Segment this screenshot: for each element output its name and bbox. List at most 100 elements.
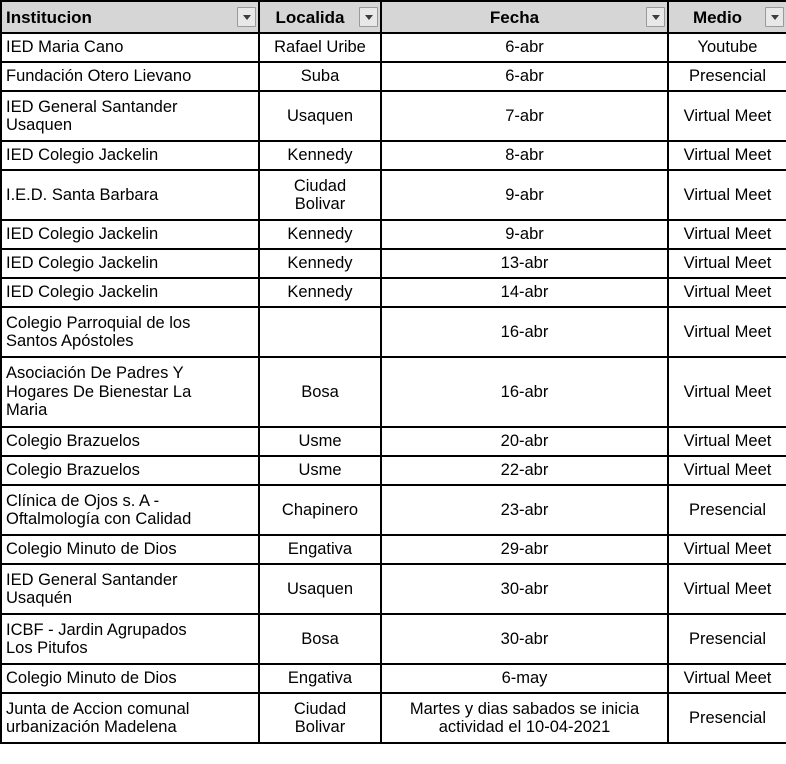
cell-fecha[interactable]: 14-abr	[380, 277, 669, 308]
cell-medio[interactable]: Virtual Meet	[667, 663, 786, 694]
cell-medio[interactable]: Presencial	[667, 484, 786, 536]
cell-fecha[interactable]: Martes y dias sabados se inicia activida…	[380, 692, 669, 744]
cell-institucion[interactable]: Junta de Accion comunal urbanización Mad…	[0, 692, 260, 744]
cell-medio[interactable]: Youtube	[667, 32, 786, 63]
cell-institucion[interactable]: Asociación De Padres Y Hogares De Bienes…	[0, 356, 260, 428]
cell-fecha[interactable]: 7-abr	[380, 90, 669, 142]
cell-localidad[interactable]: Engativa	[258, 534, 382, 565]
cell-medio[interactable]: Virtual Meet	[667, 169, 786, 221]
cell-fecha[interactable]: 20-abr	[380, 426, 669, 457]
cell-institucion[interactable]: IED Maria Cano	[0, 32, 260, 63]
cell-localidad[interactable]: Usme	[258, 426, 382, 457]
cell-institucion[interactable]: IED General Santander Usaquen	[0, 90, 260, 142]
table-row: Fundación Otero Lievano Suba 6-abr Presenci…	[0, 61, 786, 92]
cell-institucion[interactable]: Colegio Minuto de Dios	[0, 534, 260, 565]
cell-localidad[interactable]: Kennedy	[258, 248, 382, 279]
cell-fecha[interactable]: 30-abr	[380, 563, 669, 615]
table-row: ICBF - Jardin Agrupados Los Pitufos Bosa 3…	[0, 613, 786, 665]
cell-localidad[interactable]	[258, 306, 382, 358]
table-row: Colegio Parroquial de los Santos Apóstol…	[0, 306, 786, 358]
cell-localidad[interactable]: Ciudad Bolivar	[258, 169, 382, 221]
cell-fecha[interactable]: 13-abr	[380, 248, 669, 279]
table-row: I.E.D. Santa Barbara Ciudad Bolivar 9-abr V…	[0, 169, 786, 221]
cell-medio[interactable]: Virtual Meet	[667, 426, 786, 457]
cell-institucion[interactable]: Colegio Brazuelos	[0, 426, 260, 457]
cell-fecha[interactable]: 9-abr	[380, 169, 669, 221]
cell-fecha[interactable]: 6-abr	[380, 32, 669, 63]
cell-institucion[interactable]: ICBF - Jardin Agrupados Los Pitufos	[0, 613, 260, 665]
schedule-table: Institucion Localida Fecha Medio IED Maria …	[0, 0, 786, 744]
cell-text: Ciudad Bolivar	[293, 176, 347, 213]
column-header-medio[interactable]: Medio	[667, 0, 786, 34]
filter-dropdown-button-fecha[interactable]	[646, 7, 665, 27]
cell-medio[interactable]: Presencial	[667, 61, 786, 92]
cell-localidad[interactable]: Suba	[258, 61, 382, 92]
cell-institucion[interactable]: Colegio Minuto de Dios	[0, 663, 260, 694]
cell-text: Bosa	[301, 382, 339, 401]
cell-localidad[interactable]: Bosa	[258, 356, 382, 428]
column-header-fecha[interactable]: Fecha	[380, 0, 669, 34]
cell-text: Presencial	[688, 67, 767, 86]
cell-localidad[interactable]: Chapinero	[258, 484, 382, 536]
cell-institucion[interactable]: IED Colegio Jackelin	[0, 277, 260, 308]
cell-fecha[interactable]: 29-abr	[380, 534, 669, 565]
cell-medio[interactable]: Virtual Meet	[667, 277, 786, 308]
cell-fecha[interactable]: 16-abr	[380, 306, 669, 358]
cell-institucion[interactable]: Colegio Brazuelos	[0, 455, 260, 486]
cell-medio[interactable]: Virtual Meet	[667, 563, 786, 615]
cell-localidad[interactable]: Usaquen	[258, 90, 382, 142]
cell-institucion[interactable]: Colegio Parroquial de los Santos Apóstol…	[0, 306, 260, 358]
cell-medio[interactable]: Virtual Meet	[667, 534, 786, 565]
cell-institucion[interactable]: IED Colegio Jackelin	[0, 219, 260, 250]
cell-medio[interactable]: Virtual Meet	[667, 219, 786, 250]
table-row: Colegio Minuto de Dios Engativa 29-abr Virt…	[0, 534, 786, 565]
cell-medio[interactable]: Presencial	[667, 613, 786, 665]
cell-fecha[interactable]: 8-abr	[380, 140, 669, 171]
cell-fecha[interactable]: 22-abr	[380, 455, 669, 486]
cell-localidad[interactable]: Ciudad Bolivar	[258, 692, 382, 744]
cell-localidad[interactable]: Kennedy	[258, 277, 382, 308]
cell-text: 6-abr	[505, 38, 544, 57]
cell-text: 9-abr	[505, 185, 544, 204]
cell-localidad[interactable]: Kennedy	[258, 219, 382, 250]
cell-medio[interactable]: Virtual Meet	[667, 90, 786, 142]
cell-institucion[interactable]: IED Colegio Jackelin	[0, 140, 260, 171]
cell-medio[interactable]: Presencial	[667, 692, 786, 744]
cell-localidad[interactable]: Engativa	[258, 663, 382, 694]
cell-medio[interactable]: Virtual Meet	[667, 455, 786, 486]
cell-fecha[interactable]: 6-may	[380, 663, 669, 694]
filter-dropdown-button-medio[interactable]	[765, 7, 784, 27]
column-header-institucion[interactable]: Institucion	[0, 0, 260, 34]
cell-institucion[interactable]: Fundación Otero Lievano	[0, 61, 260, 92]
cell-fecha[interactable]: 16-abr	[380, 356, 669, 428]
cell-fecha[interactable]: 30-abr	[380, 613, 669, 665]
cell-text: Colegio Minuto de Dios	[6, 669, 177, 688]
cell-text: Virtual Meet	[683, 382, 772, 401]
cell-medio[interactable]: Virtual Meet	[667, 248, 786, 279]
cell-medio[interactable]: Virtual Meet	[667, 356, 786, 428]
cell-text: Kennedy	[287, 146, 353, 165]
cell-localidad[interactable]: Usme	[258, 455, 382, 486]
filter-dropdown-button-institucion[interactable]	[237, 7, 256, 27]
cell-text: 13-abr	[500, 254, 549, 273]
cell-localidad[interactable]: Rafael Uribe	[258, 32, 382, 63]
cell-localidad[interactable]: Kennedy	[258, 140, 382, 171]
cell-medio[interactable]: Virtual Meet	[667, 140, 786, 171]
cell-localidad[interactable]: Bosa	[258, 613, 382, 665]
cell-fecha[interactable]: 6-abr	[380, 61, 669, 92]
cell-fecha[interactable]: 23-abr	[380, 484, 669, 536]
cell-institucion[interactable]: IED Colegio Jackelin	[0, 248, 260, 279]
cell-localidad[interactable]: Usaquen	[258, 563, 382, 615]
cell-institucion[interactable]: Clínica de Ojos s. A - Oftalmología con …	[0, 484, 260, 536]
cell-fecha[interactable]: 9-abr	[380, 219, 669, 250]
filter-dropdown-button-localidad[interactable]	[359, 7, 378, 27]
cell-medio[interactable]: Virtual Meet	[667, 306, 786, 358]
column-header-localidad[interactable]: Localida	[258, 0, 382, 34]
cell-institucion[interactable]: IED General Santander Usaquén	[0, 563, 260, 615]
cell-institucion[interactable]: I.E.D. Santa Barbara	[0, 169, 260, 221]
cell-text: Virtual Meet	[683, 540, 772, 559]
table-row: IED General Santander Usaquen Usaquen 7-ab…	[0, 90, 786, 142]
cell-text: 8-abr	[505, 146, 544, 165]
cell-text: Virtual Meet	[683, 185, 772, 204]
column-header-label: Localida	[275, 8, 345, 26]
